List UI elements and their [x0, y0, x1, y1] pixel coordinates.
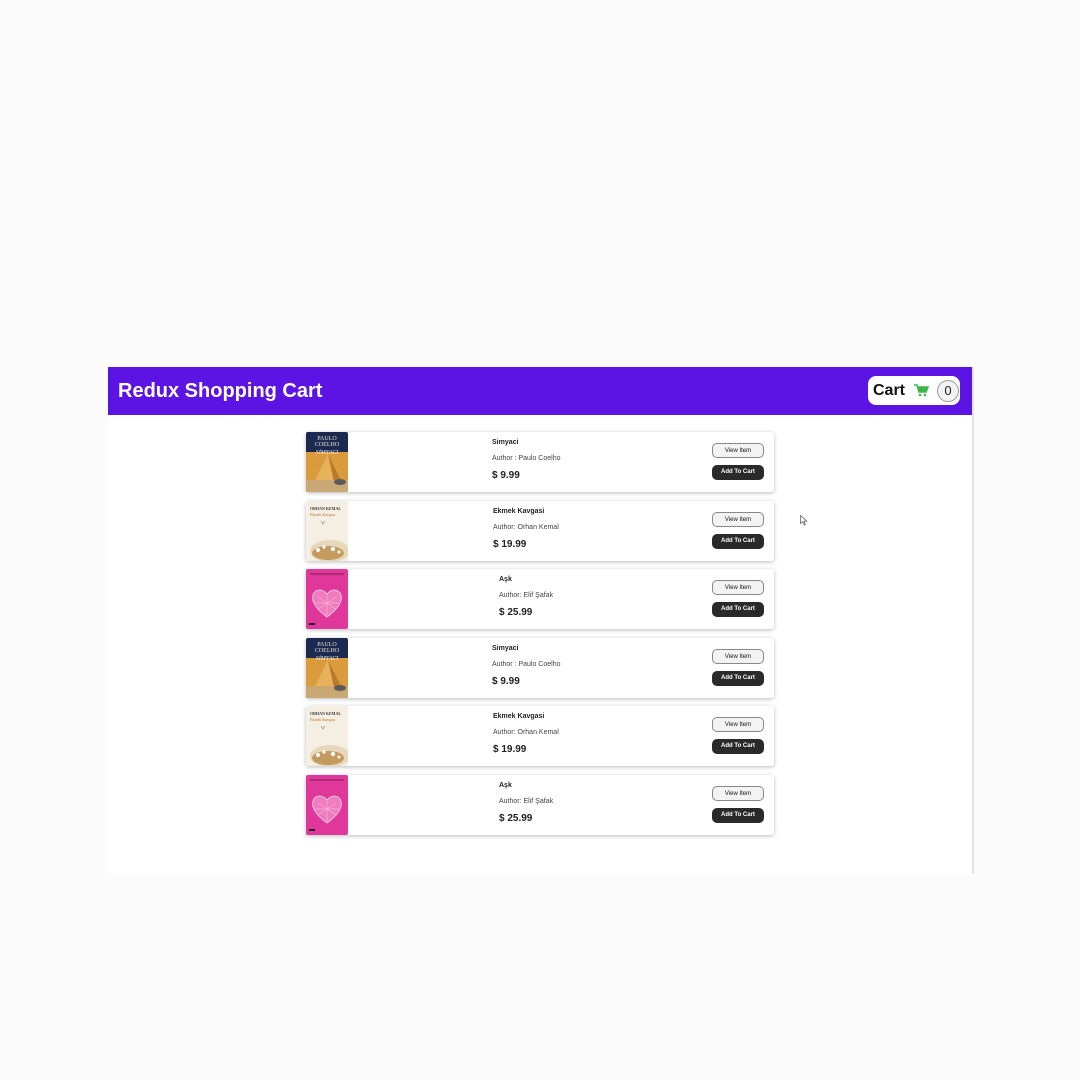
product-title: Aşk — [499, 781, 512, 789]
product-card: Aşk Author: Elif Şafak $ 25.99 View Item Add… — [306, 569, 774, 629]
add-to-cart-button[interactable]: Add To Cart — [712, 739, 764, 754]
ekmek-kavgasi-cover: ORHAN KEMAL Ekmek Kavgası — [306, 706, 348, 766]
product-price: $ 25.99 — [499, 607, 533, 618]
product-author: Author: Orhan Kemal — [493, 729, 559, 736]
product-info: Ekmek Kavgasi Author: Orhan Kemal $ 19.99 — [493, 712, 559, 756]
mouse-cursor-icon — [800, 513, 808, 531]
cart-count-badge: 0 — [937, 379, 960, 402]
product-info: Ekmek Kavgasi Author: Orhan Kemal $ 19.99 — [493, 507, 559, 551]
product-info: Aşk Author: Elif Şafak $ 25.99 — [499, 781, 553, 825]
cart-label: Cart — [873, 381, 906, 399]
view-item-button[interactable]: View Item — [712, 785, 764, 801]
svg-text:SİMYACI: SİMYACI — [316, 655, 340, 662]
product-card: Aşk Author: Elif Şafak $ 25.99 View Item Add… — [306, 774, 774, 835]
add-to-cart-button[interactable]: Add To Cart — [712, 533, 764, 549]
app-window: Redux Shopping Cart Cart 0 PAULO COELHO … — [108, 367, 974, 874]
view-item-button[interactable]: View Item — [712, 511, 764, 527]
svg-text:ORHAN KEMAL: ORHAN KEMAL — [310, 711, 341, 716]
product-price: $ 9.99 — [492, 470, 520, 481]
product-title: Aşk — [499, 576, 512, 583]
product-author: Author: Elif Şafak — [499, 797, 554, 805]
svg-text:Ekmek Kavgası: Ekmek Kavgası — [310, 512, 336, 517]
svg-text:SİMYACI: SİMYACI — [316, 449, 340, 456]
product-card: ORHAN KEMAL Ekmek Kavgası Ekmek Kavgasi A… — [306, 706, 774, 766]
ask-cover — [306, 569, 348, 629]
shopping-cart-icon — [914, 384, 930, 397]
add-to-cart-button[interactable]: Add To Cart — [712, 807, 764, 823]
product-info: Simyaci Author : Paulo Coelho $ 9.99 — [492, 438, 561, 482]
svg-text:COELHO: COELHO — [315, 442, 340, 448]
svg-text:Ekmek Kavgası: Ekmek Kavgası — [310, 717, 336, 722]
ask-cover — [306, 774, 348, 835]
product-author: Author: Orhan Kemal — [493, 523, 559, 531]
product-price: $ 9.99 — [492, 675, 520, 687]
simyaci-cover: PAULO COELHO SİMYACI — [306, 432, 348, 492]
add-to-cart-button[interactable]: Add To Cart — [712, 602, 764, 617]
add-to-cart-button[interactable]: Add To Cart — [712, 670, 764, 686]
product-title: Ekmek Kavgasi — [493, 507, 545, 515]
product-card: PAULO COELHO SİMYACI Simyaci Author : Pau… — [306, 637, 774, 698]
view-item-button[interactable]: View Item — [712, 717, 764, 732]
navbar: Redux Shopping Cart Cart 0 — [108, 367, 972, 415]
add-to-cart-button[interactable]: Add To Cart — [712, 465, 764, 480]
product-card: ORHAN KEMAL Ekmek Kavgası Ekmek Kavgasi A… — [306, 500, 774, 561]
svg-text:COELHO: COELHO — [315, 648, 340, 654]
product-author: Author: Elif Şafak — [499, 592, 554, 599]
view-item-button[interactable]: View Item — [712, 443, 764, 458]
product-info: Simyaci Author : Paulo Coelho $ 9.99 — [492, 644, 561, 688]
product-card: PAULO COELHO SİMYACI Simyaci Author : Pau… — [306, 432, 774, 492]
product-info: Aşk Author: Elif Şafak $ 25.99 — [499, 575, 553, 619]
app-title: Redux Shopping Cart — [118, 380, 323, 402]
product-price: $ 19.99 — [493, 538, 527, 550]
product-author: Author : Paulo Coelho — [492, 660, 561, 668]
ekmek-kavgasi-cover: ORHAN KEMAL Ekmek Kavgası — [306, 500, 348, 561]
view-item-button[interactable]: View Item — [712, 580, 764, 595]
product-title: Ekmek Kavgasi — [493, 713, 545, 720]
product-title: Simyaci — [492, 644, 519, 652]
svg-text:ORHAN KEMAL: ORHAN KEMAL — [310, 506, 341, 511]
simyaci-cover: PAULO COELHO SİMYACI — [306, 637, 348, 698]
product-title: Simyaci — [492, 439, 519, 446]
view-item-button[interactable]: View Item — [712, 648, 764, 664]
product-list: PAULO COELHO SİMYACI Simyaci Author : Pau… — [306, 432, 774, 843]
product-author: Author : Paulo Coelho — [492, 455, 561, 462]
cart-button[interactable]: Cart 0 — [868, 376, 960, 405]
product-price: $ 25.99 — [499, 812, 533, 824]
product-price: $ 19.99 — [493, 744, 527, 755]
